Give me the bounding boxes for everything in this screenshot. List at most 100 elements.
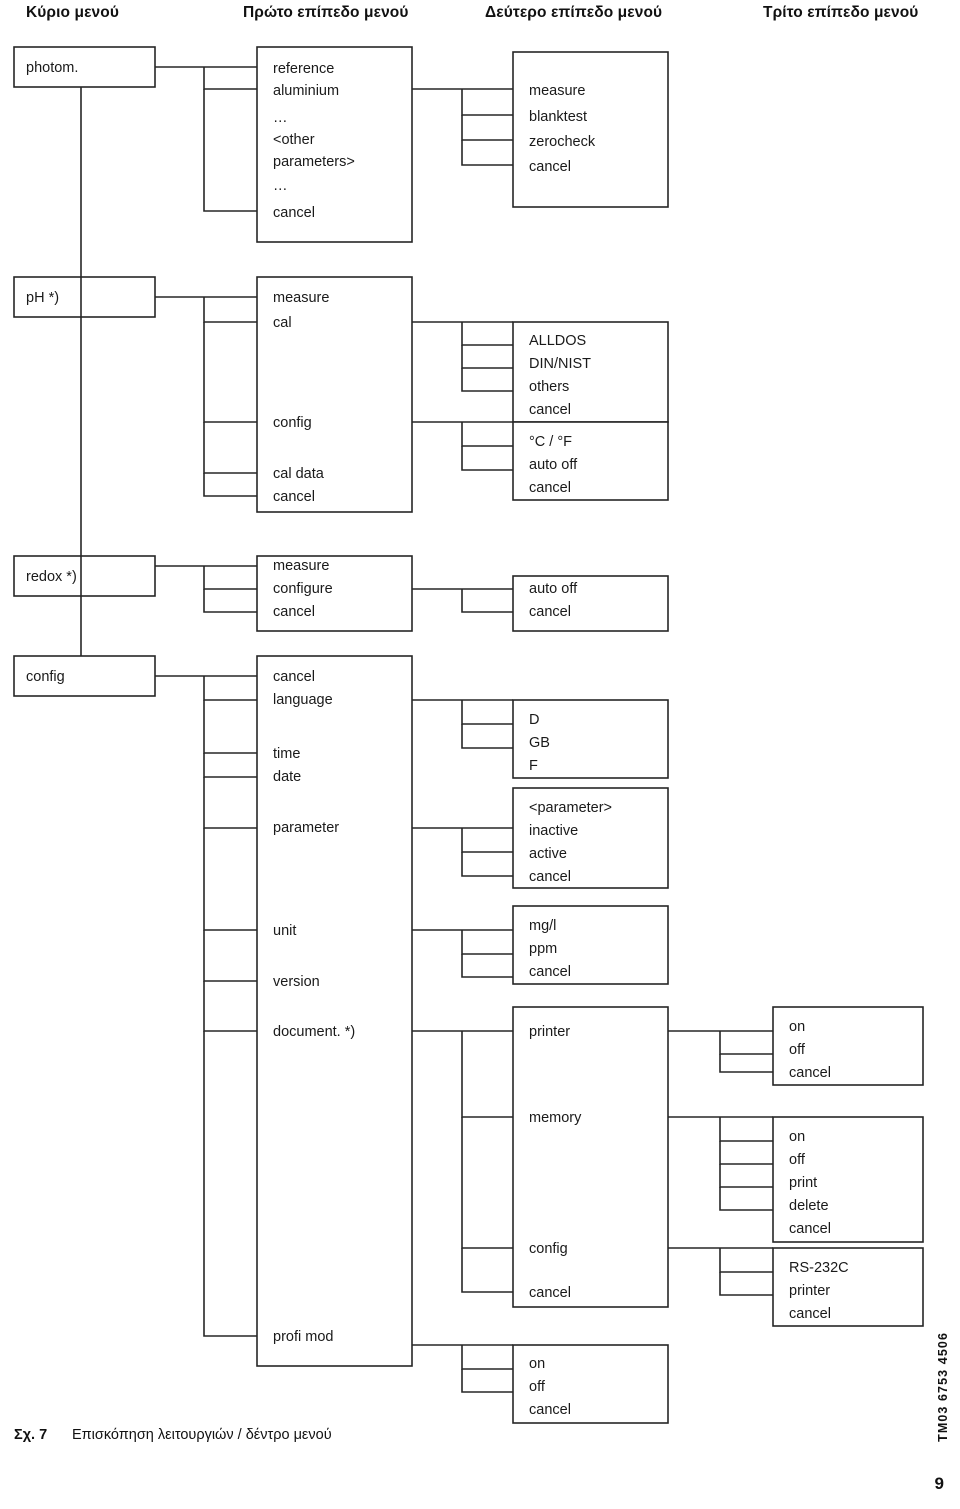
connector-config-document-branch-b — [461, 1117, 513, 1249]
connector-config-profimod-branch-a — [461, 1345, 513, 1370]
label-config-l2-unit-ppm: ppm — [529, 941, 557, 957]
label-config-l1-version: version — [273, 974, 320, 990]
label-photom-l2-blanktest: blanktest — [529, 109, 587, 125]
connector-ph-l1-branch-b — [203, 322, 257, 423]
connector-ph-l1-branch-d — [203, 473, 257, 497]
label-config-l2-param-name: <parameter> — [529, 800, 612, 816]
connector-ph-l1-branch-a — [203, 297, 257, 323]
connector-redox-l1-branch-b — [203, 589, 257, 613]
connector-config-l1-branch-document — [203, 981, 257, 1032]
connector-config-parameter-branch-b — [461, 852, 513, 877]
label-photom-l1-ellipsis-1: … — [273, 110, 288, 126]
label-redox-l2-auto-off: auto off — [529, 581, 578, 597]
label-redox-l1-cancel: cancel — [273, 604, 315, 620]
label-config-l2-profimod-on: on — [529, 1356, 545, 1372]
connector-config-l1-branch-time — [203, 700, 257, 754]
label-config-l2-param-cancel: cancel — [529, 869, 571, 885]
connector-config-profimod-branch-b — [461, 1369, 513, 1393]
label-config-l2-lang-d: D — [529, 712, 539, 728]
label-redox-l1-configure: configure — [273, 581, 333, 597]
label-config-l1-unit: unit — [273, 923, 296, 939]
label-photom-l1-cancel: cancel — [273, 205, 315, 221]
label-config-l3-printer-off: off — [789, 1042, 806, 1058]
label-ph-l2-auto-off: auto off — [529, 457, 578, 473]
label-config-l1-document: document. *) — [273, 1024, 355, 1040]
label-config-l2-doc-config: config — [529, 1241, 568, 1257]
connector-config-l1-branch-date — [203, 753, 257, 778]
label-config-l1-time: time — [273, 746, 300, 762]
menu-tree-diagram: photom. pH *) redox *) config reference … — [13, 46, 924, 1424]
label-config-l2-param-active: active — [529, 846, 567, 862]
figure-caption-text: Επισκόπηση λειτουργιών / δέντρο μενού — [72, 1427, 332, 1443]
page-number: 9 — [934, 1474, 944, 1493]
connector-config-l1-branch-version — [203, 930, 257, 982]
box-config-level1[interactable] — [256, 655, 413, 1367]
box-photom-level2[interactable] — [512, 51, 669, 208]
label-config-l3-printer-on: on — [789, 1019, 805, 1035]
label-ph-l2-alldos: ALLDOS — [529, 333, 586, 349]
label-config-l2-profimod-cancel: cancel — [529, 1402, 571, 1418]
label-main-redox: redox *) — [26, 569, 77, 585]
label-photom-l2-cancel: cancel — [529, 159, 571, 175]
label-config-l3-memory-cancel: cancel — [789, 1221, 831, 1237]
connector-ph-cal-branch-b — [461, 345, 513, 369]
label-ph-l1-cancel: cancel — [273, 489, 315, 505]
label-config-l1-language: language — [273, 692, 333, 708]
label-config-l3-memory-print: print — [789, 1175, 817, 1191]
connector-config-l1-branch-parameter — [203, 777, 257, 829]
connector-redox-l1-branch-a — [203, 566, 257, 590]
connector-config-unit-branch-b — [461, 954, 513, 978]
connector-memory-l3-branch-b — [719, 1141, 773, 1165]
figure-number: Σχ. 7 — [14, 1427, 48, 1443]
label-photom-l1-ellipsis-2: … — [273, 178, 288, 194]
label-ph-l1-cal: cal — [273, 315, 292, 331]
label-config-l2-doc-printer: printer — [529, 1024, 570, 1040]
connector-photom-l1-branch-b — [203, 89, 257, 212]
label-config-l2-param-inactive: inactive — [529, 823, 578, 839]
connector-memory-l3-branch-c — [719, 1164, 773, 1188]
figure-caption: Σχ. 7 Επισκόπηση λειτουργιών / δέντρο μεν… — [14, 1427, 332, 1443]
label-main-ph: pH *) — [26, 290, 59, 306]
label-config-l3-config-rs232c: RS-232C — [789, 1260, 849, 1276]
label-ph-l1-measure: measure — [273, 290, 329, 306]
label-ph-l2-cancel: cancel — [529, 402, 571, 418]
connector-ph-l1-branch-c — [203, 422, 257, 474]
connector-config-l1-branch-language — [203, 676, 257, 701]
label-config-l1-parameter: parameter — [273, 820, 339, 836]
label-redox-l2-cancel: cancel — [529, 604, 571, 620]
label-config-l2-doc-cancel: cancel — [529, 1285, 571, 1301]
connector-ph-cal-branch-a — [461, 322, 513, 346]
label-config-l2-lang-gb: GB — [529, 735, 550, 751]
connector-memory-l3-branch-d — [719, 1187, 773, 1211]
connector-l3config-branch-a — [719, 1248, 773, 1273]
connector-printer-l3-branch-b — [719, 1054, 773, 1073]
label-config-l2-unit-cancel: cancel — [529, 964, 571, 980]
connector-config-document-branch-c — [461, 1248, 513, 1293]
connector-ph-config-branch-a — [461, 422, 513, 447]
connector-config-l1-branch-unit — [203, 828, 257, 931]
label-photom-l1-other: <other — [273, 132, 315, 148]
label-photom-l1-parameters: parameters> — [273, 154, 355, 170]
connector-config-document-branch-a — [461, 1031, 513, 1118]
label-config-l3-memory-off: off — [789, 1152, 806, 1168]
label-config-l3-memory-delete: delete — [789, 1198, 829, 1214]
label-config-l2-lang-f: F — [529, 758, 538, 774]
connector-l3config-branch-b — [719, 1272, 773, 1296]
label-config-l3-memory-on: on — [789, 1129, 805, 1145]
label-ph-l1-config: config — [273, 415, 312, 431]
connector-redox-l2-branch-a — [461, 589, 513, 613]
label-config-l3-config-printer: printer — [789, 1283, 830, 1299]
connector-photom-l2-branch-a — [461, 89, 513, 116]
label-ph-l1-cal-data: cal data — [273, 466, 325, 482]
label-photom-l2-zerocheck: zerocheck — [529, 134, 596, 150]
label-config-l1-cancel: cancel — [273, 669, 315, 685]
label-photom-l1-aluminium: aluminium — [273, 83, 339, 99]
connector-config-language-branch-a — [461, 700, 513, 725]
label-ph-l2-temp-unit: °C / °F — [529, 434, 572, 450]
menu-tree-page: Κύριο μενού Πρώτο επίπεδο μενού Δεύτερο … — [0, 0, 960, 1509]
box-config-level2-document[interactable] — [512, 1006, 669, 1308]
label-ph-l2-others: others — [529, 379, 569, 395]
connector-printer-l3-branch-a — [719, 1031, 773, 1055]
label-config-l3-printer-cancel: cancel — [789, 1065, 831, 1081]
label-config-l2-doc-memory: memory — [529, 1110, 582, 1126]
